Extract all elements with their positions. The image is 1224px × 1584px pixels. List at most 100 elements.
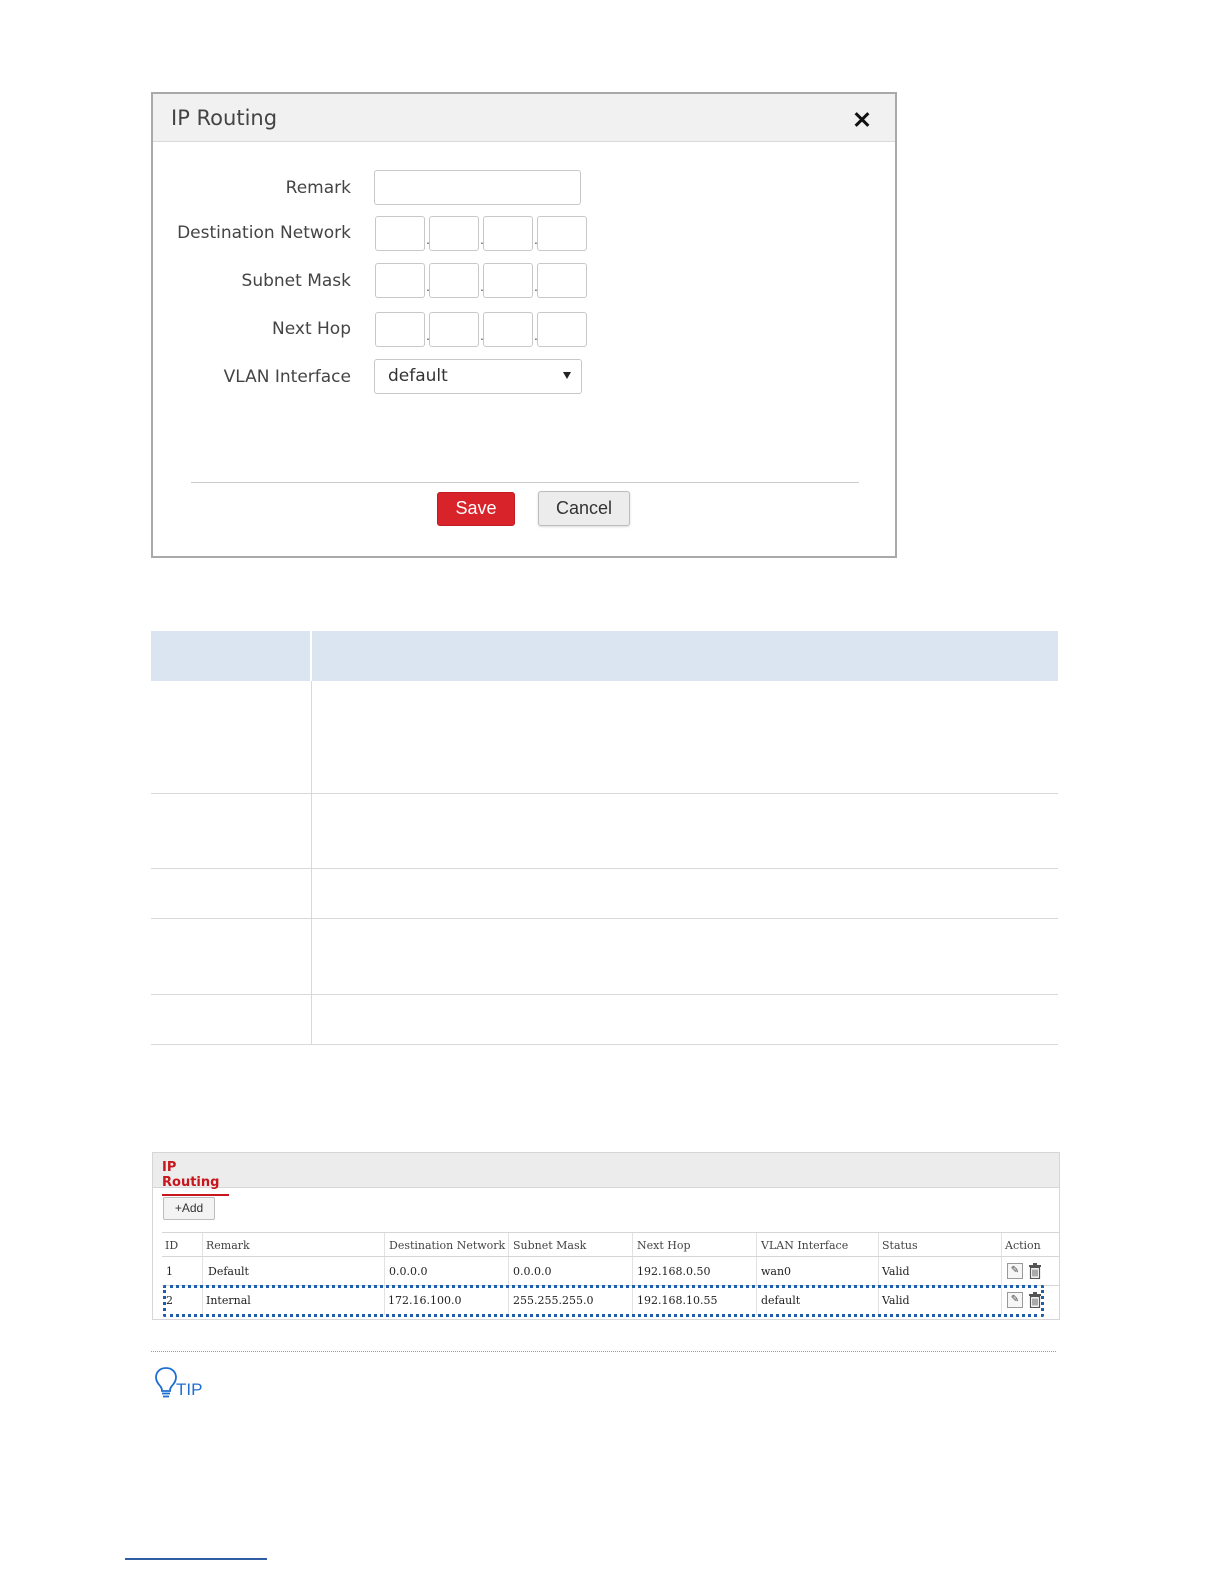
dialog-title: IP Routing — [171, 106, 278, 130]
cell-status: Valid — [882, 1294, 910, 1307]
column-divider — [384, 1233, 385, 1256]
cell-remark: Default — [208, 1265, 249, 1278]
column-divider — [632, 1286, 633, 1315]
subnet-octet-1[interactable] — [375, 263, 425, 298]
edit-icon[interactable]: ✎ — [1007, 1292, 1023, 1308]
column-header-vlan: VLAN Interface — [761, 1239, 849, 1252]
nexthop-octet-2[interactable] — [429, 312, 479, 347]
column-divider — [311, 995, 312, 1044]
ip-routing-panel: IP Routing +Add ID Remark Destination Ne… — [152, 1152, 1060, 1320]
tip-label: TIP — [176, 1380, 203, 1399]
column-divider — [384, 1257, 385, 1285]
column-divider — [202, 1257, 203, 1285]
cell-destination: 172.16.100.0 — [388, 1294, 462, 1307]
tip-divider — [151, 1351, 1056, 1352]
column-header-next-hop: Next Hop — [637, 1239, 691, 1252]
subnet-mask-label: Subnet Mask — [241, 271, 351, 291]
cell-vlan: default — [761, 1294, 801, 1307]
column-divider — [310, 631, 312, 681]
column-divider — [508, 1233, 509, 1256]
destination-octet-1[interactable] — [375, 216, 425, 251]
routing-table: ID Remark Destination Network Subnet Mas… — [162, 1232, 1060, 1315]
table-row — [151, 995, 1058, 1045]
dialog-header: IP Routing — [153, 94, 895, 142]
footer-rule — [125, 1558, 267, 1560]
delete-icon[interactable] — [1028, 1263, 1042, 1279]
remark-input[interactable] — [374, 170, 581, 205]
column-divider — [311, 919, 312, 994]
column-divider — [878, 1286, 879, 1315]
cell-mask: 255.255.255.0 — [513, 1294, 594, 1307]
parameter-table — [151, 631, 1058, 1045]
cell-id: 1 — [166, 1265, 173, 1278]
subnet-octet-3[interactable] — [483, 263, 533, 298]
nexthop-octet-1[interactable] — [375, 312, 425, 347]
column-divider — [632, 1233, 633, 1256]
column-divider — [1001, 1257, 1002, 1285]
cell-next-hop: 192.168.0.50 — [637, 1265, 711, 1278]
dialog-divider — [191, 482, 859, 483]
column-divider — [311, 869, 312, 918]
column-divider — [508, 1286, 509, 1315]
destination-network-label: Destination Network — [177, 223, 351, 243]
column-header-mask: Subnet Mask — [513, 1239, 587, 1252]
column-header-id: ID — [165, 1239, 179, 1252]
vlan-interface-select[interactable]: default — [374, 359, 582, 394]
column-header-status: Status — [882, 1239, 918, 1252]
column-divider — [632, 1257, 633, 1285]
edit-icon[interactable]: ✎ — [1007, 1263, 1023, 1279]
vlan-interface-label: VLAN Interface — [223, 367, 351, 387]
column-divider — [756, 1233, 757, 1256]
chevron-down-icon — [563, 372, 571, 379]
column-divider — [756, 1257, 757, 1285]
table-header-row: ID Remark Destination Network Subnet Mas… — [162, 1232, 1060, 1256]
cell-mask: 0.0.0.0 — [513, 1265, 552, 1278]
delete-icon[interactable] — [1028, 1292, 1042, 1308]
destination-octet-3[interactable] — [483, 216, 533, 251]
tip-callout: TIP — [154, 1366, 214, 1400]
column-divider — [1001, 1286, 1002, 1315]
column-divider — [311, 794, 312, 868]
table-row — [151, 869, 1058, 919]
cancel-button[interactable]: Cancel — [538, 491, 630, 526]
column-divider — [384, 1286, 385, 1315]
lightbulb-icon — [155, 1367, 177, 1398]
column-divider — [756, 1286, 757, 1315]
column-divider — [508, 1257, 509, 1285]
table-row — [151, 681, 1058, 794]
subnet-octet-2[interactable] — [429, 263, 479, 298]
table-row — [151, 919, 1058, 995]
column-header-remark: Remark — [206, 1239, 250, 1252]
destination-octet-2[interactable] — [429, 216, 479, 251]
cell-id: 2 — [166, 1294, 173, 1307]
cell-remark: Internal — [206, 1294, 251, 1307]
table-row: 2 Internal 172.16.100.0 255.255.255.0 19… — [162, 1285, 1060, 1315]
next-hop-label: Next Hop — [272, 319, 351, 339]
add-route-button[interactable]: +Add — [163, 1197, 215, 1220]
close-icon[interactable] — [851, 108, 873, 130]
subnet-octet-4[interactable] — [537, 263, 587, 298]
remark-label: Remark — [285, 178, 351, 198]
table-row — [151, 794, 1058, 869]
column-divider — [311, 681, 312, 793]
cell-next-hop: 192.168.10.55 — [637, 1294, 718, 1307]
ip-routing-dialog: IP Routing Remark Destination Network . … — [151, 92, 897, 558]
destination-octet-4[interactable] — [537, 216, 587, 251]
tab-ip-routing[interactable]: IP Routing — [162, 1160, 229, 1196]
column-divider — [878, 1233, 879, 1256]
cell-status: Valid — [882, 1265, 910, 1278]
tab-bar: IP Routing — [153, 1153, 1059, 1196]
cell-vlan: wan0 — [761, 1265, 792, 1278]
column-divider — [878, 1257, 879, 1285]
column-header-destination: Destination Network — [389, 1239, 506, 1252]
column-divider — [1001, 1233, 1002, 1256]
column-divider — [202, 1286, 203, 1315]
save-button[interactable]: Save — [437, 492, 515, 526]
column-divider — [202, 1233, 203, 1256]
cell-destination: 0.0.0.0 — [389, 1265, 428, 1278]
parameter-table-header — [151, 631, 1058, 681]
nexthop-octet-3[interactable] — [483, 312, 533, 347]
column-header-action: Action — [1005, 1239, 1041, 1252]
nexthop-octet-4[interactable] — [537, 312, 587, 347]
table-row: 1 Default 0.0.0.0 0.0.0.0 192.168.0.50 w… — [162, 1256, 1060, 1285]
